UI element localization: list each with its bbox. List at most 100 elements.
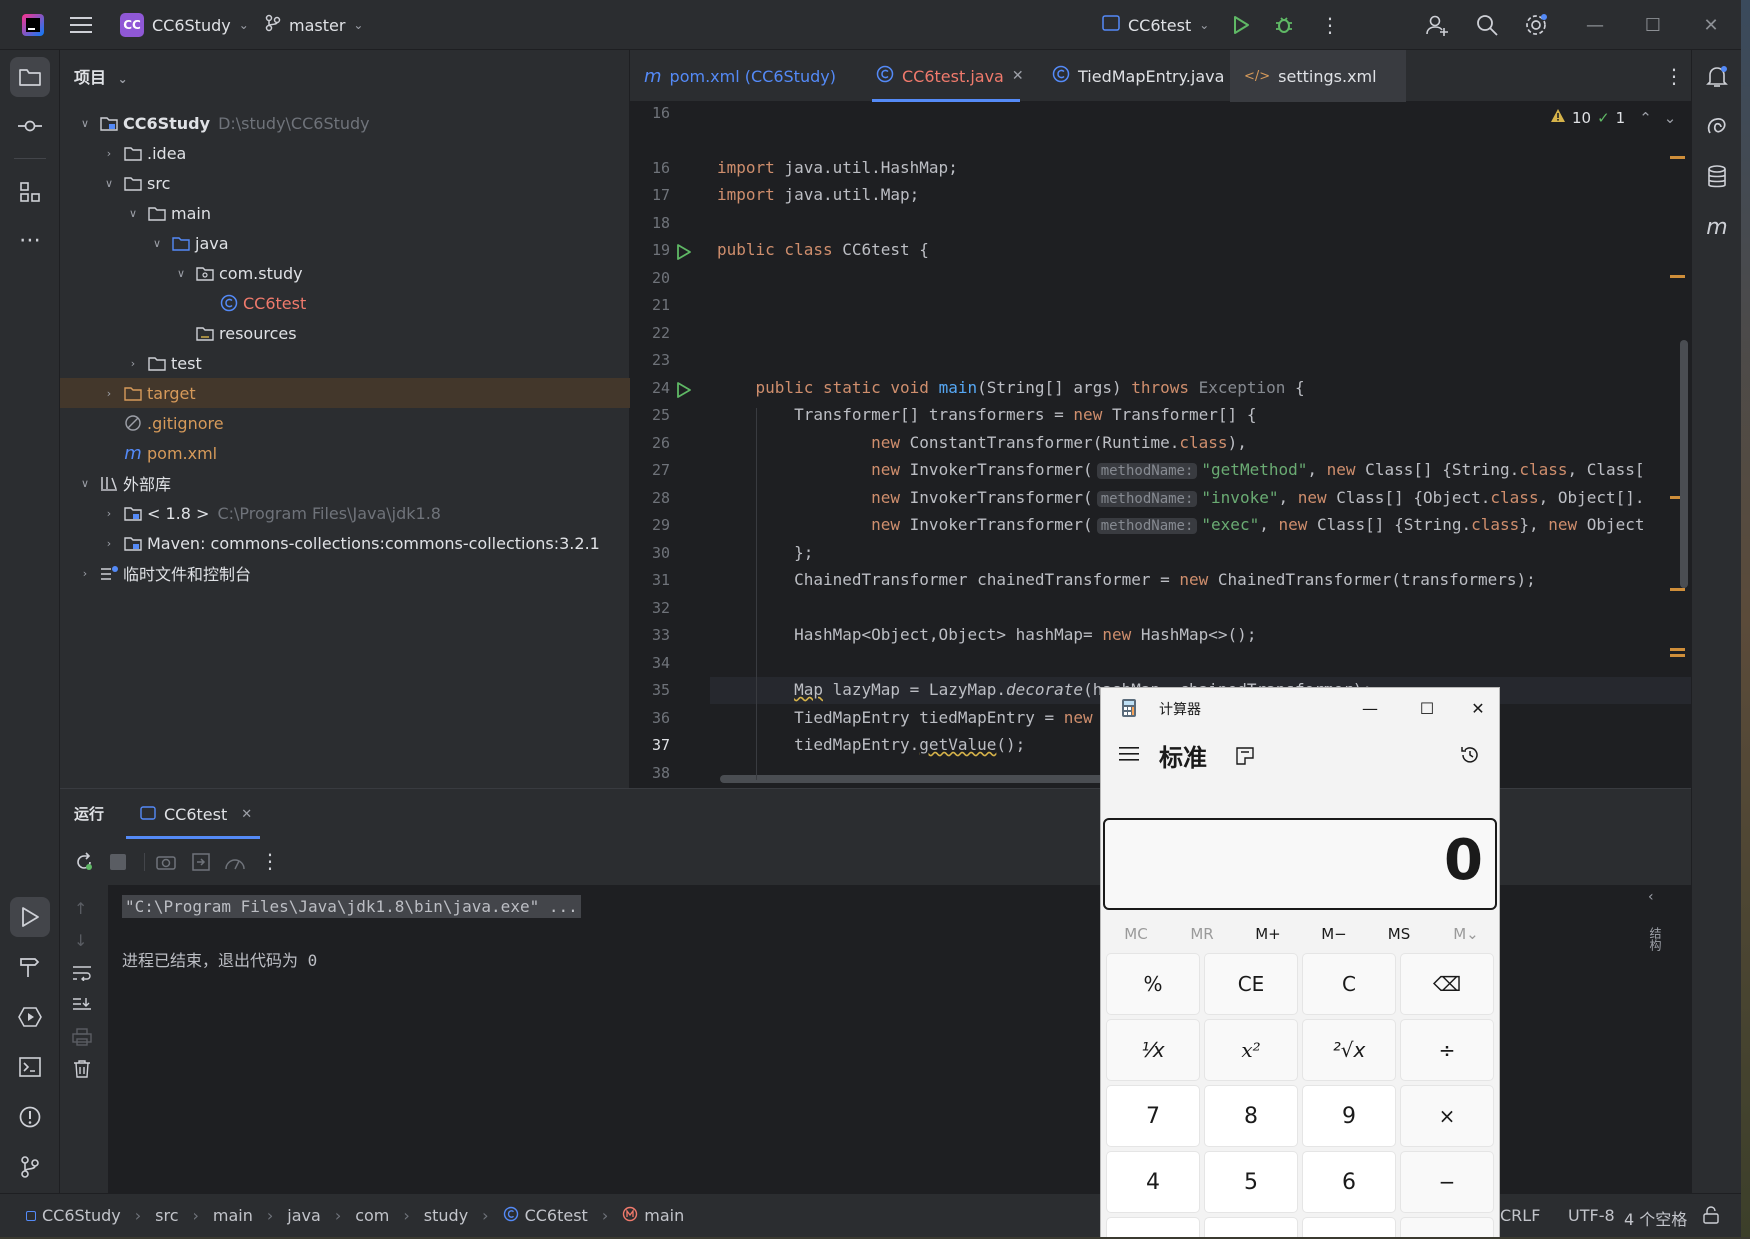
trash-icon[interactable] <box>73 1060 91 1082</box>
tree-item-scratches[interactable]: › 临时文件和控制台 <box>60 558 630 588</box>
rerun-icon[interactable] <box>74 852 94 876</box>
navigation-menu-icon[interactable] <box>1119 746 1141 766</box>
memory-store-button[interactable]: MS <box>1369 925 1429 943</box>
terminal-icon[interactable] <box>10 1047 50 1087</box>
breadcrumb-item[interactable]: CC6Study <box>26 1206 121 1225</box>
code-line[interactable]: new InvokerTransformer(methodName: "getMe… <box>717 460 1645 479</box>
console-command-line[interactable]: "C:\Program Files\Java\jdk1.8\bin\java.e… <box>122 895 581 918</box>
minimize-icon[interactable]: — <box>1341 688 1399 728</box>
maximize-icon[interactable]: ☐ <box>1399 688 1455 728</box>
maximize-icon[interactable]: ☐ <box>1624 0 1682 50</box>
tab-cc6test-java[interactable]: CC6test.java ✕ <box>862 50 1030 102</box>
project-switcher[interactable]: CC CC6Study ⌄ <box>120 0 249 50</box>
percent-button[interactable]: % <box>1106 953 1200 1015</box>
console-exit-message[interactable]: 进程已结束，退出代码为 0 <box>122 947 317 971</box>
error-stripe-mark[interactable] <box>1670 648 1685 651</box>
main-menu-icon[interactable] <box>70 0 92 50</box>
memory-subtract-button[interactable]: M− <box>1304 925 1364 943</box>
structure-icon[interactable] <box>10 172 50 212</box>
calc-key-row[interactable] <box>1302 1217 1396 1237</box>
breadcrumb-item[interactable]: main <box>622 1206 684 1226</box>
arrow-up-icon[interactable]: ↑ <box>74 899 87 918</box>
code-line[interactable]: new InvokerTransformer(methodName: "exec"… <box>717 515 1645 534</box>
file-encoding[interactable]: UTF-8 <box>1568 1206 1615 1225</box>
breadcrumb-item[interactable]: study <box>424 1206 468 1225</box>
chevron-up-icon[interactable]: ⌃ <box>1639 109 1652 127</box>
tree-item-external-libs[interactable]: ∨ 外部库 <box>60 468 630 498</box>
tree-item-test[interactable]: › test <box>60 348 630 378</box>
settings-gear-icon[interactable] <box>1524 0 1548 50</box>
breadcrumb-item[interactable]: main <box>213 1206 253 1225</box>
clear-button[interactable]: C <box>1302 953 1396 1015</box>
run-config-selector[interactable]: CC6test ⌄ <box>1102 0 1209 50</box>
subtract-button[interactable]: − <box>1400 1151 1494 1213</box>
code-line[interactable]: tiedMapEntry.getValue(); <box>717 735 1025 754</box>
tree-item-target[interactable]: › target <box>60 378 630 408</box>
code-line[interactable]: new InvokerTransformer(methodName: "invok… <box>717 488 1645 507</box>
code-line[interactable]: }; <box>717 543 813 562</box>
square-button[interactable]: x² <box>1204 1019 1298 1081</box>
vertical-scrollbar[interactable] <box>1680 340 1688 588</box>
memory-clear-button[interactable]: MC <box>1106 925 1166 943</box>
minimize-icon[interactable]: — <box>1566 0 1624 50</box>
build-hammer-icon[interactable] <box>10 947 50 987</box>
add-user-icon[interactable] <box>1426 0 1448 50</box>
code-line[interactable]: Transformer[] transformers = new Transfo… <box>717 405 1256 424</box>
code-line[interactable]: public static void main(String[] args) t… <box>717 378 1305 397</box>
scroll-to-end-icon[interactable] <box>72 997 92 1017</box>
search-icon[interactable] <box>1476 0 1498 50</box>
code-line[interactable]: import java.util.Map; <box>717 185 919 204</box>
lock-icon[interactable] <box>1702 1206 1720 1228</box>
square-root-button[interactable]: ²√x <box>1302 1019 1396 1081</box>
tree-item-cc6study[interactable]: ∨ CC6Study D:\study\CC6Study <box>60 108 630 138</box>
calc-key-row[interactable] <box>1106 1217 1200 1237</box>
arrow-down-icon[interactable]: ↓ <box>74 931 87 950</box>
tab-options-icon[interactable]: ⋮ <box>1650 50 1698 102</box>
tree-item-java[interactable]: ∨ java <box>60 228 630 258</box>
tree-item-cc6test[interactable]: CC6test <box>60 288 630 318</box>
memory-recall-button[interactable]: MR <box>1172 925 1232 943</box>
tree-item-gitignore[interactable]: .gitignore <box>60 408 630 438</box>
digit-7-button[interactable]: 7 <box>1106 1085 1200 1147</box>
code-line[interactable]: ChainedTransformer chainedTransformer = … <box>717 570 1536 589</box>
soft-wrap-icon[interactable] <box>72 965 92 985</box>
close-icon[interactable]: ✕ <box>1455 688 1499 728</box>
error-stripe-mark[interactable] <box>1670 156 1685 159</box>
close-icon[interactable]: ✕ <box>1682 0 1740 50</box>
print-icon[interactable] <box>72 1028 92 1050</box>
notifications-icon[interactable] <box>1697 57 1737 97</box>
structure-side-tab[interactable]: 结构 <box>1648 927 1664 951</box>
ai-assistant-icon[interactable] <box>1697 107 1737 147</box>
tree-item-src[interactable]: ∨ src <box>60 168 630 198</box>
services-icon[interactable] <box>10 997 50 1037</box>
app-logo-icon[interactable] <box>22 0 44 50</box>
project-panel-header[interactable]: 项目 ⌄ <box>74 64 128 88</box>
chevron-down-icon[interactable]: ⌄ <box>1664 109 1677 127</box>
digit-5-button[interactable]: 5 <box>1204 1151 1298 1213</box>
breadcrumb-item[interactable]: src <box>155 1206 178 1225</box>
restore-layout-icon[interactable] <box>192 853 210 875</box>
calc-key-row[interactable] <box>1400 1217 1494 1237</box>
close-tab-icon[interactable]: ✕ <box>1012 68 1024 84</box>
error-stripe-mark[interactable] <box>1670 588 1685 591</box>
clear-entry-button[interactable]: CE <box>1204 953 1298 1015</box>
run-gutter-icon[interactable] <box>676 381 692 403</box>
code-line[interactable]: HashMap<Object,Object> hashMap= new Hash… <box>717 625 1256 644</box>
breadcrumb-item[interactable]: java <box>287 1206 321 1225</box>
inspection-widget[interactable]: 10 ✓ 1 ⌃ ⌄ <box>1550 108 1676 127</box>
more-actions-icon[interactable]: ⋮ <box>1320 0 1340 50</box>
run-tab-cc6test[interactable]: CC6test ✕ <box>126 789 260 839</box>
indent-setting[interactable]: 4 个空格 <box>1624 1206 1687 1230</box>
branch-switcher[interactable]: master ⌄ <box>265 0 363 50</box>
more-actions-icon[interactable]: ⋮ <box>260 849 280 873</box>
run-button[interactable] <box>1232 0 1250 50</box>
tab-pom-xml[interactable]: m pom.xml (CC6Study) <box>630 50 850 102</box>
reciprocal-button[interactable]: ⅟x <box>1106 1019 1200 1081</box>
run-tool-icon[interactable] <box>10 897 50 937</box>
commit-icon[interactable] <box>10 106 50 146</box>
stop-icon[interactable] <box>110 854 126 870</box>
profiler-icon[interactable] <box>224 853 246 875</box>
backspace-button[interactable]: ⌫ <box>1400 953 1494 1015</box>
error-stripe-mark[interactable] <box>1670 275 1685 278</box>
tree-item-resources[interactable]: resources <box>60 318 630 348</box>
